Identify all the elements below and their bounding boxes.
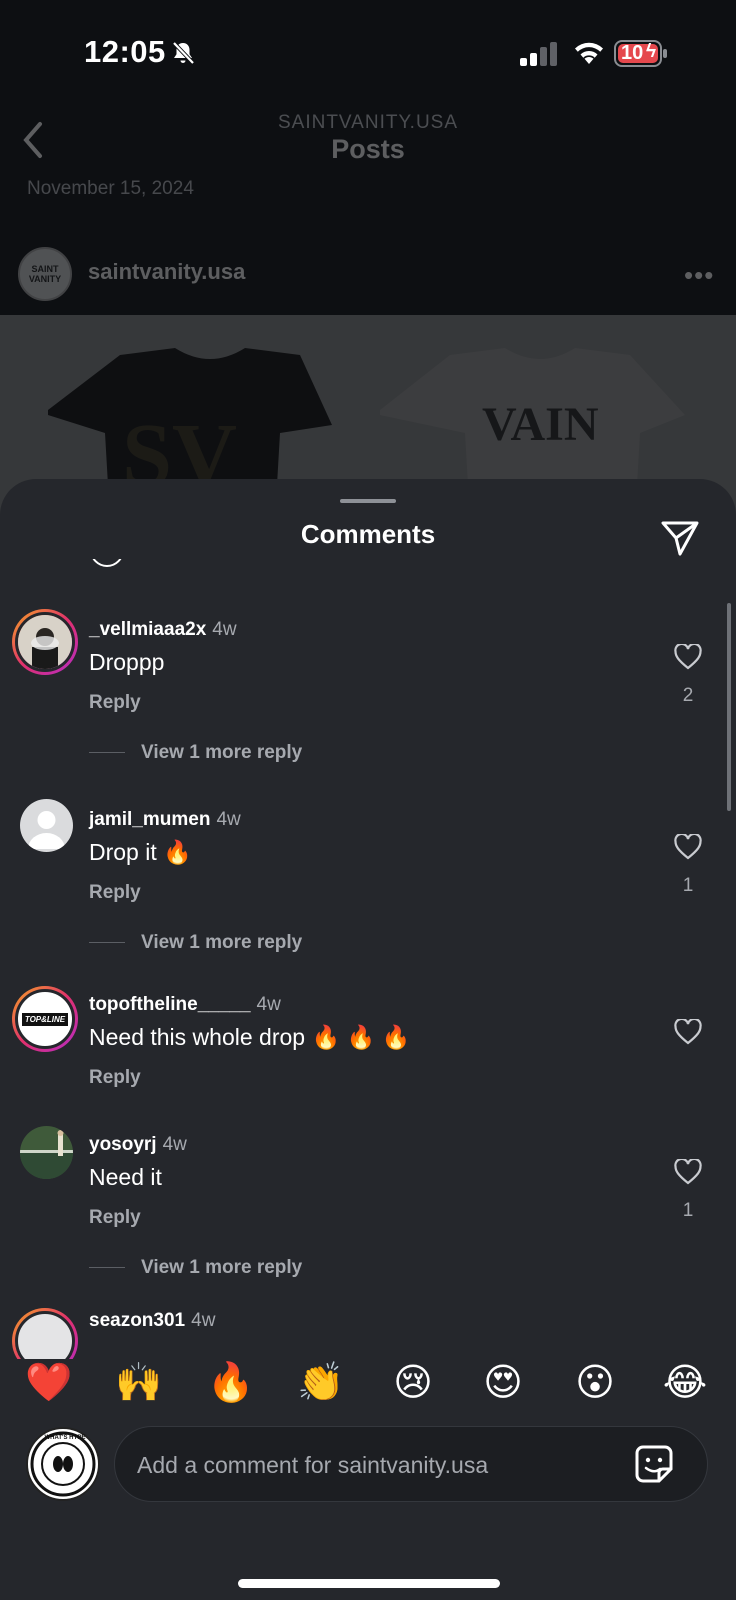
avatar xyxy=(90,559,124,567)
comment-time: 4w xyxy=(256,994,281,1015)
cellular-signal-icon xyxy=(520,42,557,66)
svg-text:VAIN: VAIN xyxy=(482,398,599,451)
view-more-replies-label[interactable]: View 1 more reply xyxy=(141,1257,302,1278)
comment-username-text[interactable]: jamil_mumen xyxy=(89,809,210,830)
view-more-replies-label[interactable]: View 1 more reply xyxy=(141,932,302,953)
comments-sheet: Comments _vellmiaaa2x 4w Droppp Reply 2 … xyxy=(0,479,736,1600)
avatar[interactable] xyxy=(12,609,78,675)
reaction-surprised[interactable]: 😮 xyxy=(570,1357,620,1407)
sticker-icon[interactable] xyxy=(635,1445,673,1483)
avatar[interactable] xyxy=(20,799,73,852)
avatar[interactable] xyxy=(20,1126,73,1179)
avatar-photo xyxy=(20,1126,73,1179)
current-user-avatar-text: WHAT'S HYPE xyxy=(44,1435,86,1441)
comment-time: 4w xyxy=(191,1310,216,1331)
clipped-reply-row xyxy=(90,559,390,571)
comment-text: Need it xyxy=(89,1164,162,1190)
clock: 12:05 xyxy=(84,34,166,69)
current-user-avatar: WHAT'S HYPE xyxy=(26,1427,100,1501)
thread-line xyxy=(89,752,125,754)
comment-composer[interactable] xyxy=(114,1426,708,1502)
comment-username[interactable]: topoftheline_____ 4w xyxy=(89,994,281,1016)
like-count: 2 xyxy=(682,685,694,706)
comment-username-text[interactable]: topoftheline_____ xyxy=(89,994,251,1015)
nav-subtitle: SAINTVANITY.USA xyxy=(277,112,459,133)
avatar-photo xyxy=(18,615,72,669)
charging-bolt-icon: ϟ xyxy=(646,41,657,62)
like-count: 1 xyxy=(682,1200,694,1221)
comment-text: Droppp xyxy=(89,649,165,675)
reply-button[interactable]: Reply xyxy=(89,1207,141,1229)
post-date: November 15, 2024 xyxy=(27,178,194,199)
comment-username[interactable]: jamil_mumen 4w xyxy=(89,809,241,831)
reaction-laughing[interactable]: 😂 xyxy=(660,1357,710,1407)
thread-line xyxy=(89,942,125,944)
sheet-grabber[interactable] xyxy=(340,499,396,503)
reaction-crying[interactable]: 😢 xyxy=(388,1357,438,1407)
reaction-fire[interactable]: 🔥 xyxy=(206,1357,256,1407)
like-heart-icon[interactable] xyxy=(674,644,702,670)
status-bar: 12:05 10 ϟ xyxy=(0,0,736,100)
quick-reactions: ❤️ 🙌 🔥 👏 😢 😍 😮 😂 xyxy=(0,1357,736,1407)
more-options-icon[interactable]: ••• xyxy=(684,260,714,291)
share-paper-plane-icon[interactable] xyxy=(660,519,700,557)
comment-text: Need this whole drop 🔥 🔥 🔥 xyxy=(89,1024,411,1050)
comment-username-text[interactable]: _vellmiaaa2x xyxy=(89,619,206,640)
like-heart-icon[interactable] xyxy=(674,1159,702,1185)
default-profile-icon xyxy=(28,811,65,849)
comment-text: Drop it 🔥 xyxy=(89,839,192,865)
home-indicator[interactable] xyxy=(238,1579,500,1588)
post-author-avatar-text: SAINT VANITY xyxy=(28,264,62,284)
view-more-replies[interactable]: View 1 more reply xyxy=(89,742,302,764)
comment-time: 4w xyxy=(162,1134,187,1155)
comment-input[interactable] xyxy=(137,1449,617,1481)
comment-username[interactable]: seazon301 4w xyxy=(89,1310,215,1332)
reaction-heart-eyes[interactable]: 😍 xyxy=(478,1357,528,1407)
instagram-comments-screen: 12:05 10 ϟ SAINTVANITY.USA Posts Novembe… xyxy=(0,0,736,1600)
comment-username[interactable]: yosoyrj 4w xyxy=(89,1134,187,1156)
battery-indicator: 10 ϟ xyxy=(614,40,668,67)
comment-username-text[interactable]: yosoyrj xyxy=(89,1134,157,1155)
comment-username-text[interactable]: seazon301 xyxy=(89,1310,185,1331)
reply-button[interactable]: Reply xyxy=(89,1067,141,1089)
post-author-avatar[interactable]: SAINT VANITY xyxy=(18,247,72,301)
comment-time: 4w xyxy=(212,619,237,640)
like-heart-icon[interactable] xyxy=(674,834,702,860)
avatar[interactable] xyxy=(12,1308,78,1359)
background-post: SAINTVANITY.USA Posts November 15, 2024 … xyxy=(0,100,736,520)
like-count: 1 xyxy=(682,875,694,896)
avatar-logo-text: TOP&LINE xyxy=(21,1012,69,1026)
wifi-icon xyxy=(575,42,603,64)
sheet-title: Comments xyxy=(300,519,436,549)
reaction-clap[interactable]: 👏 xyxy=(296,1357,346,1407)
view-more-replies[interactable]: View 1 more reply xyxy=(89,932,302,954)
battery-level: 10 xyxy=(621,42,644,64)
reply-button[interactable]: Reply xyxy=(89,692,141,714)
nav-title: Posts xyxy=(331,134,405,164)
reaction-heart[interactable]: ❤️ xyxy=(24,1357,74,1407)
like-heart-icon[interactable] xyxy=(674,1019,702,1045)
view-more-replies[interactable]: View 1 more reply xyxy=(89,1257,302,1279)
post-author-username[interactable]: saintvanity.usa xyxy=(88,259,245,285)
bell-slash-icon xyxy=(172,41,195,65)
thread-line xyxy=(89,1267,125,1269)
view-more-replies-label[interactable]: View 1 more reply xyxy=(141,742,302,763)
avatar[interactable]: TOP&LINE xyxy=(12,986,78,1052)
scrollbar[interactable] xyxy=(727,603,731,811)
reaction-raised-hands[interactable]: 🙌 xyxy=(114,1357,164,1407)
comment-time: 4w xyxy=(216,809,241,830)
comments-list[interactable]: _vellmiaaa2x 4w Droppp Reply 2 View 1 mor… xyxy=(0,559,736,1359)
comment-username[interactable]: _vellmiaaa2x 4w xyxy=(89,619,237,641)
reply-button[interactable]: Reply xyxy=(89,882,141,904)
